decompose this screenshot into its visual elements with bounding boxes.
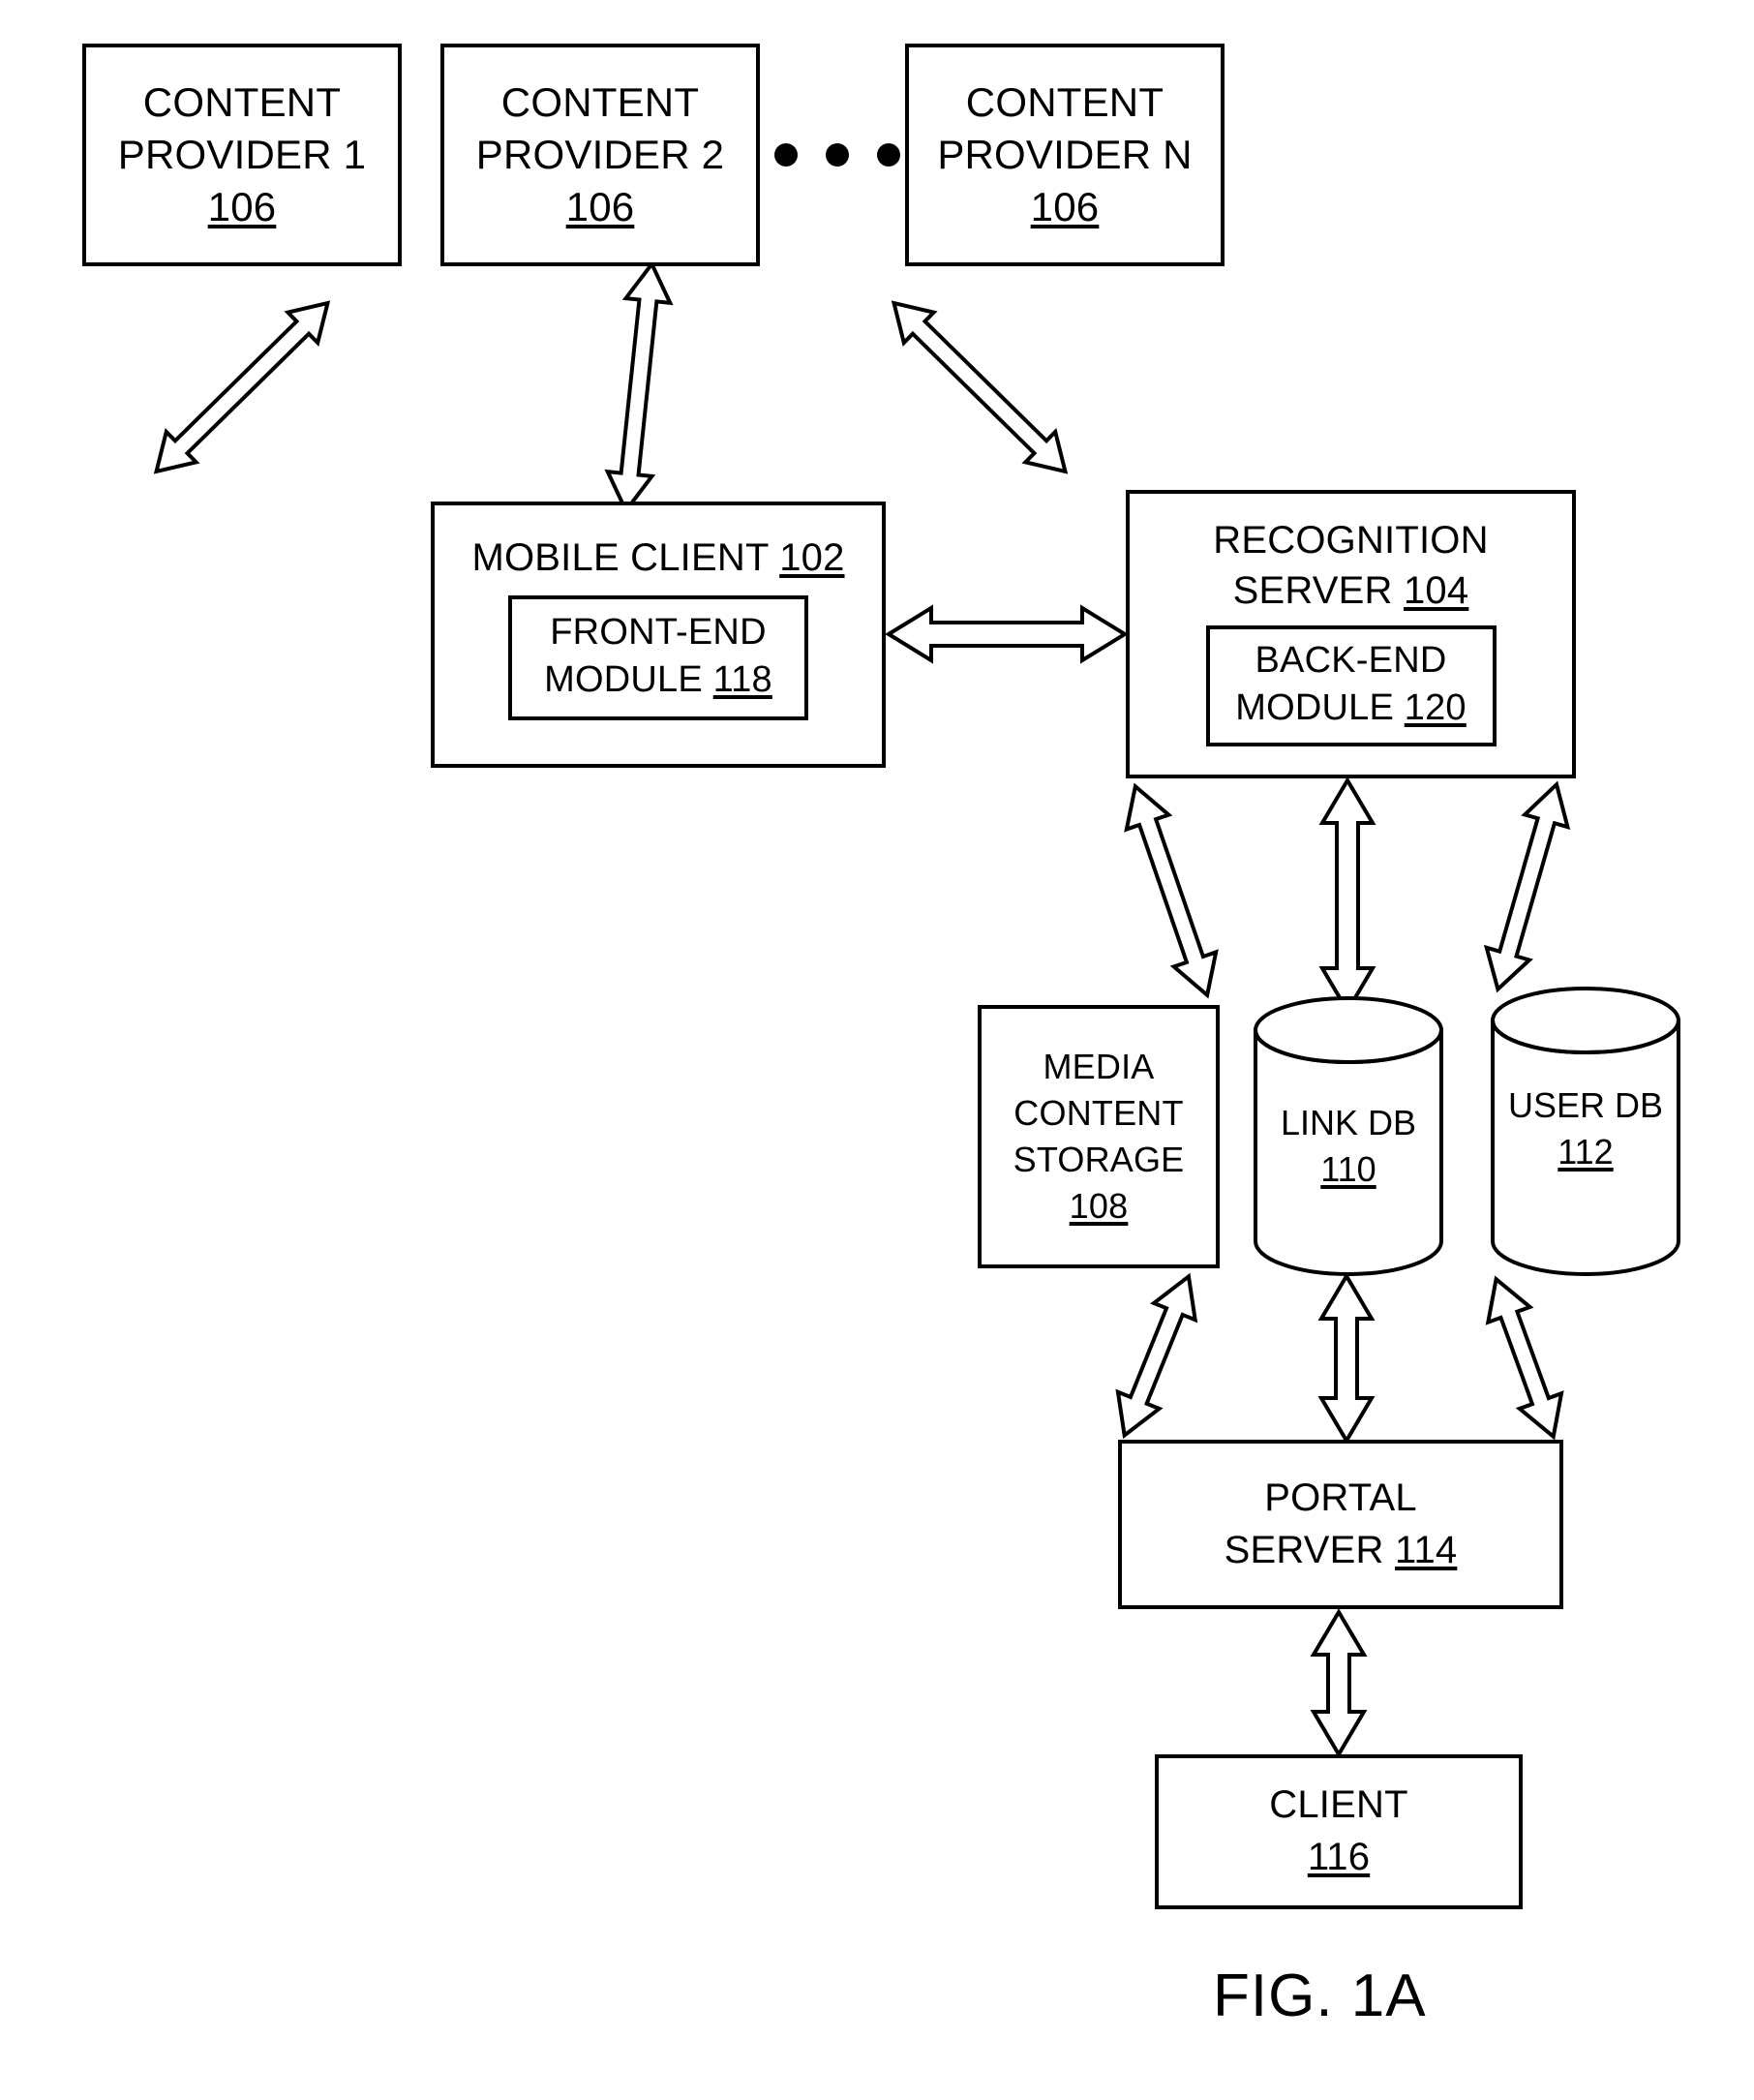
- arrow-recognition-server-link-db: [1318, 776, 1376, 1015]
- provider-ellipsis-icon: [774, 131, 900, 179]
- media-content-storage-line2: CONTENT: [1013, 1092, 1184, 1133]
- content-provider-n-line1: CONTENT: [965, 79, 1164, 126]
- client-ref: 116: [1307, 1836, 1371, 1878]
- ellipsis-dot: [774, 143, 798, 167]
- content-provider-2-ref: 106: [565, 183, 635, 229]
- mobile-client-box[interactable]: MOBILE CLIENT 102 FRONT-END MODULE 118: [431, 502, 886, 768]
- content-provider-1-line2: PROVIDER 1: [117, 132, 367, 178]
- ellipsis-dot: [877, 143, 900, 167]
- media-content-storage-box[interactable]: MEDIA CONTENT STORAGE 108: [978, 1005, 1220, 1268]
- patent-figure-1a: CONTENT PROVIDER 1 106 CONTENT PROVIDER …: [0, 0, 1754, 2100]
- client-label: CLIENT: [1269, 1783, 1408, 1827]
- ellipsis-dot: [826, 143, 849, 167]
- arrow-provider2-mobile-client: [604, 259, 674, 515]
- front-end-module-line2: MODULE 118: [520, 656, 797, 704]
- content-provider-1-box[interactable]: CONTENT PROVIDER 1 106: [82, 44, 402, 266]
- mobile-client-ref: 102: [779, 536, 845, 579]
- recognition-server-ref: 104: [1403, 569, 1469, 612]
- content-provider-2-line2: PROVIDER 2: [475, 132, 725, 178]
- cylinder-shape-icon: [1254, 996, 1443, 1276]
- figure-caption: FIG. 1A: [1213, 1963, 1427, 2029]
- back-end-module-box[interactable]: BACK-END MODULE 120: [1205, 625, 1497, 746]
- content-provider-2-line1: CONTENT: [500, 79, 700, 126]
- media-content-storage-line1: MEDIA: [1043, 1046, 1155, 1086]
- arrow-providern-mobile-client: [891, 300, 1069, 474]
- back-end-module-line1: BACK-END: [1255, 640, 1447, 681]
- mobile-client-label: MOBILE CLIENT: [471, 536, 769, 579]
- arrow-recognition-server-user-db: [1483, 780, 1571, 993]
- user-db-cylinder[interactable]: USER DB 112: [1489, 986, 1682, 1276]
- content-provider-n-ref: 106: [1030, 183, 1100, 229]
- link-db-cylinder[interactable]: LINK DB 110: [1252, 995, 1445, 1276]
- arrow-portal-server-client: [1310, 1608, 1368, 1758]
- back-end-module-line2: MODULE 120: [1216, 685, 1487, 732]
- arrow-mobile-client-recognition-server: [885, 604, 1129, 664]
- front-end-module-ref: 118: [712, 659, 772, 701]
- mobile-client-title: MOBILE CLIENT 102: [471, 536, 844, 580]
- arrow-recognition-server-media-storage: [1124, 782, 1219, 999]
- front-end-module-label: MODULE: [544, 659, 703, 701]
- content-provider-1-ref: 106: [207, 183, 277, 229]
- portal-server-box[interactable]: PORTAL SERVER 114: [1118, 1440, 1563, 1609]
- media-content-storage-line3: STORAGE: [1013, 1140, 1185, 1179]
- content-provider-n-box[interactable]: CONTENT PROVIDER N 106: [905, 44, 1225, 266]
- content-provider-2-box[interactable]: CONTENT PROVIDER 2 106: [440, 44, 760, 266]
- arrow-user-db-portal-server: [1485, 1275, 1564, 1441]
- portal-server-ref: 114: [1394, 1528, 1458, 1571]
- recognition-server-label: SERVER: [1232, 569, 1393, 612]
- back-end-module-label: MODULE: [1235, 687, 1394, 729]
- content-provider-n-line2: PROVIDER N: [937, 132, 1193, 178]
- front-end-module-line1: FRONT-END: [550, 612, 767, 653]
- arrow-media-storage-portal-server: [1115, 1272, 1198, 1440]
- portal-server-line2: SERVER 114: [1225, 1525, 1458, 1577]
- content-provider-1-line1: CONTENT: [142, 79, 342, 126]
- arrow-link-db-portal-server: [1317, 1272, 1376, 1445]
- recognition-server-box[interactable]: RECOGNITION SERVER 104 BACK-END MODULE 1…: [1126, 490, 1576, 778]
- front-end-module-box[interactable]: FRONT-END MODULE 118: [508, 595, 808, 720]
- cylinder-shape-icon: [1491, 987, 1680, 1276]
- recognition-server-line1: RECOGNITION: [1213, 519, 1489, 562]
- client-box[interactable]: CLIENT 116: [1155, 1754, 1523, 1909]
- portal-server-line1: PORTAL: [1264, 1476, 1417, 1519]
- arrow-provider1-mobile-client: [153, 300, 331, 474]
- back-end-module-ref: 120: [1404, 687, 1467, 729]
- media-content-storage-ref: 108: [1069, 1186, 1129, 1227]
- recognition-server-line2: SERVER 104: [1233, 565, 1469, 616]
- portal-server-label: SERVER: [1224, 1528, 1384, 1571]
